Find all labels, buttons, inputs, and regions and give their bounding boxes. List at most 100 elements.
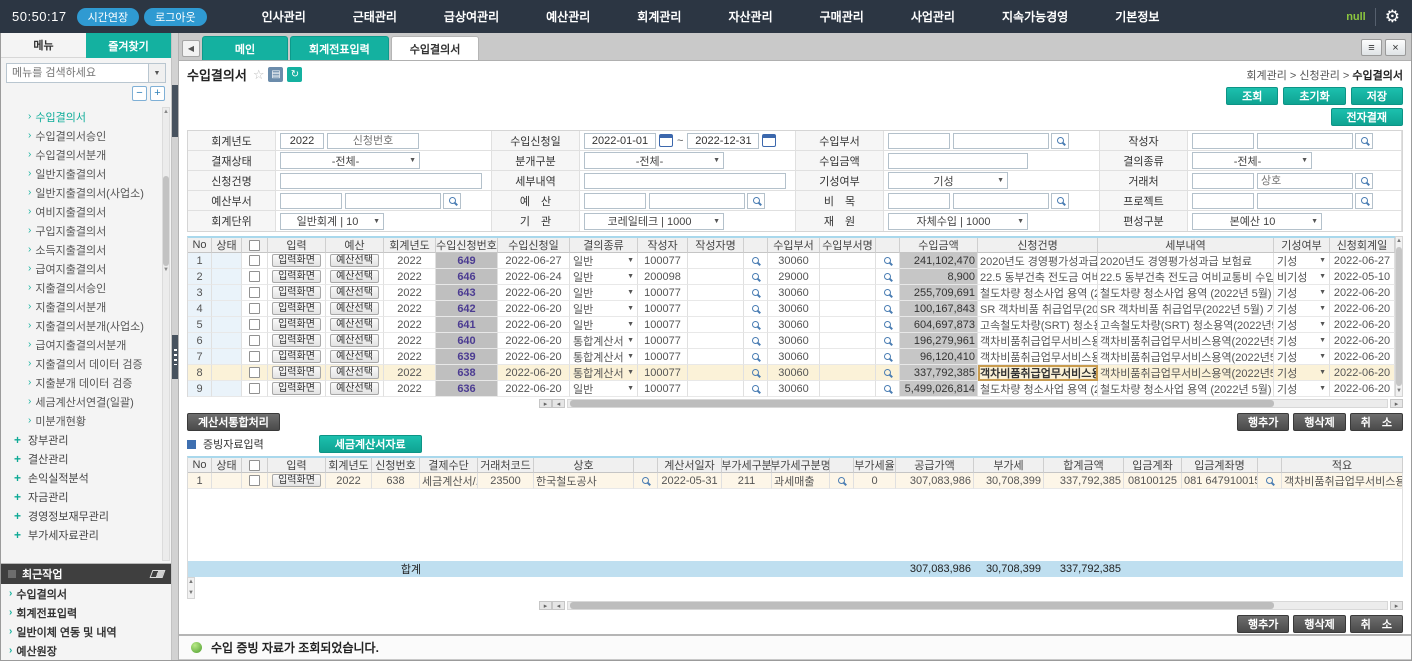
sidebar-splitter[interactable] [172,33,179,660]
sidebar-menu-group[interactable]: +자금관리 [1,487,161,506]
search-icon[interactable] [744,285,768,301]
budget-dept-code-input[interactable] [280,193,342,209]
decision-type-select[interactable]: 일반▼ [570,381,638,397]
search-icon[interactable] [744,365,768,381]
col-header[interactable]: 신청건명 [978,238,1098,253]
cell-request-name[interactable]: 객차비품취급업무서비스용.. [978,333,1098,349]
approval-status-select[interactable]: -전체-▼ [280,152,420,169]
journal-type-select[interactable]: -전체-▼ [584,152,724,169]
completion-select[interactable]: 기성▼ [1274,301,1330,317]
project-name-input[interactable] [1257,193,1353,209]
search-icon[interactable] [744,301,768,317]
col-header[interactable]: 신청번호 [372,458,420,473]
scroll-right-icon[interactable]: ◂ [552,601,565,610]
cell-request-name[interactable]: 22.5 동부건축 전도금 여비.. [978,269,1098,285]
add-row-button[interactable]: 행추가 [1237,615,1289,633]
search-icon[interactable] [1355,133,1373,149]
budget-select-button[interactable]: 예산선택 [330,286,379,299]
top-menu-item[interactable]: 예산관리 [546,8,590,25]
search-icon[interactable] [1051,193,1069,209]
decision-type-select[interactable]: -전체-▼ [1192,152,1312,169]
scroll-down-icon[interactable]: ▼ [1396,387,1402,396]
save-button[interactable]: 저장 [1351,87,1403,105]
window-menu-icon[interactable]: ≡ [1361,39,1382,56]
tab-menu[interactable]: 메뉴 [1,33,86,58]
sidebar-menu-item[interactable]: ›수입결의서승인 [1,126,161,145]
search-icon[interactable] [443,193,461,209]
add-row-button[interactable]: 행추가 [1237,413,1289,431]
fiscal-year-input[interactable] [280,133,324,149]
search-icon[interactable] [876,301,900,317]
request-no-input[interactable] [327,133,419,149]
budget-select-button[interactable]: 예산선택 [330,382,379,395]
decision-type-select[interactable]: 일반▼ [570,301,638,317]
scroll-up-icon[interactable]: ▲ [163,108,169,116]
gear-icon[interactable]: ⚙ [1385,8,1400,25]
cell-request-name[interactable]: 고속철도차량(SRT) 청소용.. [978,317,1098,333]
search-icon[interactable] [1355,193,1373,209]
row-checkbox[interactable] [249,255,260,266]
delete-row-button[interactable]: 행삭제 [1293,615,1345,633]
decision-type-select[interactable]: 일반▼ [570,269,638,285]
col-header[interactable]: 입금계좌 [1124,458,1182,473]
sidebar-menu-group[interactable]: +결산관리 [1,449,161,468]
scroll-right-icon[interactable]: ▸ [1390,399,1403,408]
sidebar-menu-item[interactable]: ›급여지출결의서 [1,259,161,278]
budget-class-select[interactable]: 본예산 10▼ [1192,213,1322,230]
sidebar-menu-group[interactable]: +손익실적분석 [1,468,161,487]
account-unit-select[interactable]: 일반회계 | 10▼ [280,213,384,230]
select-all-checkbox[interactable] [249,240,260,251]
sidebar-menu-item[interactable]: ›소득지출결의서 [1,240,161,259]
input-screen-button[interactable]: 입력화면 [272,366,321,379]
decision-type-select[interactable]: 통합계산서▼ [570,333,638,349]
recent-work-item[interactable]: ›회계전표입력 [1,603,171,622]
col-header[interactable]: 상태 [212,238,242,253]
scroll-left-icon[interactable]: ▸ [539,399,552,408]
cell-request-name[interactable]: 철도차량 청소사업 용역 (2.. [978,285,1098,301]
row-checkbox[interactable] [249,351,260,362]
cell-request-name[interactable]: 2020년도 경영평가성과급 .. [978,253,1098,269]
scroll-left-icon[interactable]: ▸ [539,601,552,610]
search-icon[interactable] [744,317,768,333]
col-header[interactable]: 예산 [326,238,384,253]
recent-work-item[interactable]: ›예산원장 [1,641,171,660]
completion-select[interactable]: 기성▼ [1274,333,1330,349]
col-header-checkbox[interactable] [242,238,268,253]
scroll-thumb[interactable] [570,602,1274,609]
grid-horizontal-scrollbar[interactable]: ▸ ◂ ▸ [187,600,1403,611]
col-header[interactable]: 합계금액 [1044,458,1124,473]
table-row[interactable]: 1 입력화면 2022 638 세금계산서/.. 23500 한국철도공사 [187,473,1403,489]
cell-request-name[interactable]: 객차비품취급업무서비스용.. [978,349,1098,365]
search-icon[interactable] [1258,473,1282,489]
search-icon[interactable] [876,365,900,381]
table-row[interactable]: 8 입력화면 예산선택 2022 638 2022-06-20 통합계산서▼ 1… [187,365,1395,381]
top-menu-item[interactable]: 사업관리 [911,8,955,25]
scroll-up-icon[interactable]: ▲ [188,578,194,587]
grid-vertical-scrollbar[interactable]: ▲ ▼ [187,577,195,599]
row-checkbox[interactable] [249,271,260,282]
col-header[interactable]: 부가세구분명 [772,458,830,473]
col-header[interactable]: 신청회계일 [1330,238,1395,253]
search-icon[interactable] [744,381,768,397]
search-icon[interactable] [876,285,900,301]
col-header[interactable]: 수입신청번호 [436,238,498,253]
col-header[interactable]: 상호 [534,458,634,473]
col-header-checkbox[interactable] [242,458,268,473]
extend-time-button[interactable]: 시간연장 [77,8,139,26]
budget-select-button[interactable]: 예산선택 [330,270,379,283]
col-header[interactable]: 입력 [268,458,326,473]
search-icon[interactable] [744,349,768,365]
sidebar-menu-item[interactable]: ›급여지출결의서분개 [1,335,161,354]
table-row[interactable]: 7 입력화면 예산선택 2022 639 2022-06-20 통합계산서▼ 1… [187,349,1395,365]
input-screen-button[interactable]: 입력화면 [272,270,321,283]
date-to-input[interactable] [687,133,759,149]
input-screen-button[interactable]: 입력화면 [272,350,321,363]
eraser-icon[interactable] [150,570,166,578]
col-header[interactable]: 세부내역 [1098,238,1274,253]
sidebar-menu-item[interactable]: ›여비지출결의서 [1,202,161,221]
row-checkbox[interactable] [249,383,260,394]
project-code-input[interactable] [1192,193,1254,209]
favorite-star-icon[interactable]: ☆ [253,67,265,83]
search-icon[interactable] [744,269,768,285]
calendar-icon[interactable] [659,134,673,147]
